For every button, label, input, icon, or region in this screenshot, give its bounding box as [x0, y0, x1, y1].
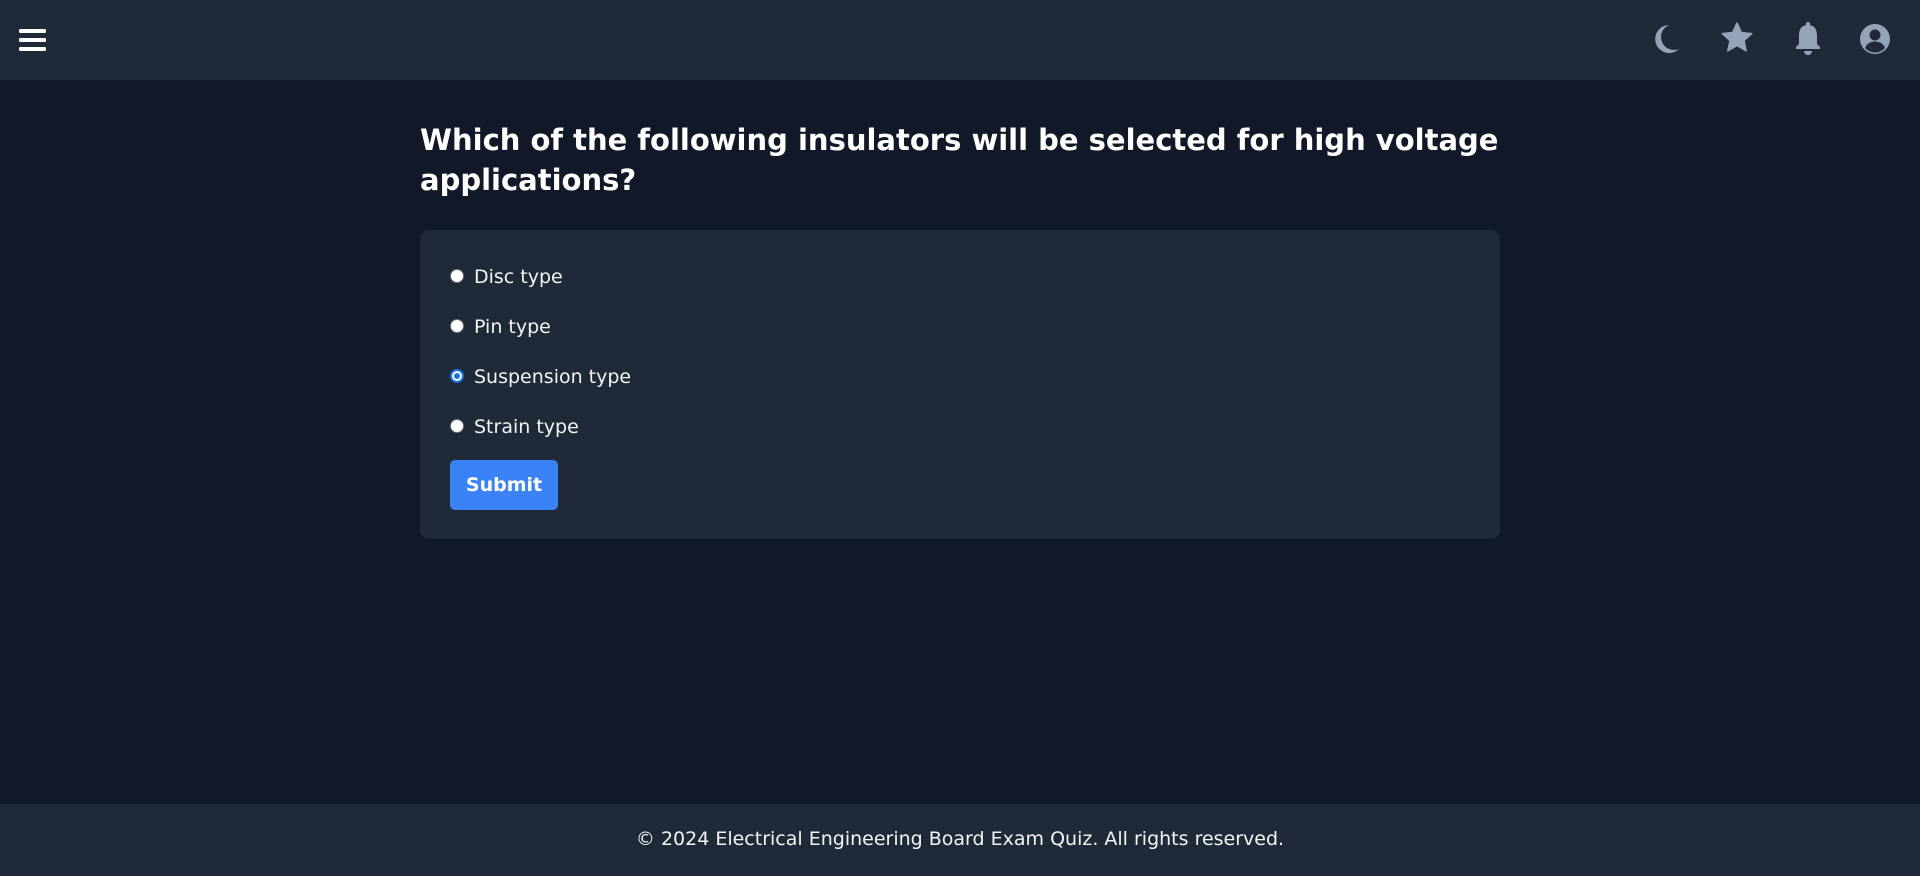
top-navigation-bar: [0, 0, 1920, 80]
option-disc-type[interactable]: Disc type: [450, 262, 563, 292]
option-label: Suspension type: [474, 366, 632, 388]
option-strain-type[interactable]: Strain type: [450, 412, 579, 442]
radio-button[interactable]: [450, 269, 464, 283]
option-suspension-type[interactable]: Suspension type: [450, 362, 631, 392]
submit-button[interactable]: Submit: [450, 460, 558, 510]
answer-card: Disc type Pin type Suspension type Strai…: [420, 230, 1500, 539]
option-label: Disc type: [474, 266, 563, 288]
radio-button[interactable]: [450, 319, 464, 333]
moon-icon[interactable]: [1648, 19, 1682, 59]
question-text: Which of the following insulators will b…: [420, 123, 1499, 197]
radio-button-selected[interactable]: [450, 369, 464, 383]
footer: © 2024 Electrical Engineering Board Exam…: [0, 804, 1920, 876]
option-label: Strain type: [474, 416, 579, 438]
option-label: Pin type: [474, 316, 551, 338]
copyright-text: © 2024 Electrical Engineering Board Exam…: [635, 828, 1285, 850]
radio-button[interactable]: [450, 419, 464, 433]
quiz-page: Which of the following insulators will b…: [0, 0, 1920, 876]
option-pin-type[interactable]: Pin type: [450, 312, 551, 342]
star-icon[interactable]: [1720, 19, 1754, 59]
hamburger-menu-icon[interactable]: [17, 24, 49, 56]
bell-icon[interactable]: [1791, 19, 1825, 59]
user-circle-icon[interactable]: [1858, 19, 1892, 59]
